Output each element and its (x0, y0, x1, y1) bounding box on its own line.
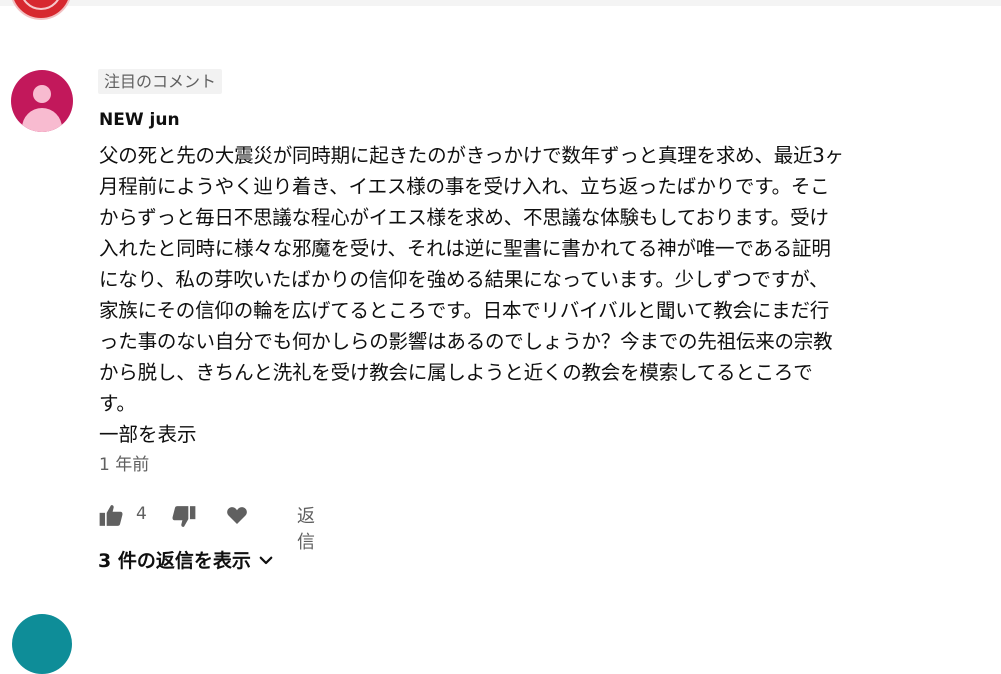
view-replies-label: 3 件の返信を表示 (98, 550, 251, 572)
chevron-down-icon (259, 556, 273, 564)
next-comment-avatar[interactable] (12, 614, 72, 674)
comment-line: からずっと毎日不思議な程心がイエス様を求め、不思議な体験もしております。受け (99, 206, 829, 229)
avatar-head-shape (33, 85, 51, 103)
comment-line: った事のない自分でも何かしらの影響はあるのでしょうか？今までの先祖伝来の宗教 (99, 330, 833, 353)
comment-line: す。 (99, 392, 136, 415)
heart-icon[interactable] (225, 503, 249, 527)
comment-line: 父の死と先の大震災が同時期に起きたのがきっかけで数年ずっと真理を求め、最近3ヶ (99, 144, 844, 167)
comment-line: 家族にその信仰の輪を広げてるところです。日本でリバイバルと聞いて教会にまだ行 (99, 299, 830, 322)
comment-line: 入れたと同時に様々な邪魔を受け、それは逆に聖書に書かれてる神が唯一である証明 (99, 237, 831, 260)
thumbs-down-icon[interactable] (171, 504, 197, 530)
comment-line: 月程前にようやく辿り着き、イエス様の事を受け入れ、立ち返ったばかりです。そこ (99, 175, 830, 198)
reply-button[interactable]: 返信 (297, 502, 315, 554)
previous-comment-avatar[interactable] (10, 0, 72, 20)
comment-line: になり、私の芽吹いたばかりの信仰を強める結果になっています。少しずつですが、 (99, 268, 829, 291)
comment-line: から脱し、きちんと洗礼を受け教会に属しようと近くの教会を模索してるところで (99, 361, 813, 384)
comment-text: 父の死と先の大震災が同時期に起きたのがきっかけで数年ずっと真理を求め、最近3ヶ … (99, 140, 949, 419)
author-name[interactable]: NEW jun (99, 110, 180, 130)
comment-timestamp[interactable]: 1 年前 (99, 450, 149, 475)
top-divider (0, 0, 1001, 6)
view-replies-button[interactable]: 3 件の返信を表示 (98, 546, 275, 573)
like-count: 4 (136, 504, 147, 524)
avatar-body-shape (22, 108, 62, 132)
show-less-button[interactable]: 一部を表示 (99, 418, 197, 447)
avatar[interactable] (11, 70, 73, 132)
pinned-comment-badge: 注目のコメント (98, 69, 223, 94)
thumbs-up-icon[interactable] (98, 502, 124, 528)
